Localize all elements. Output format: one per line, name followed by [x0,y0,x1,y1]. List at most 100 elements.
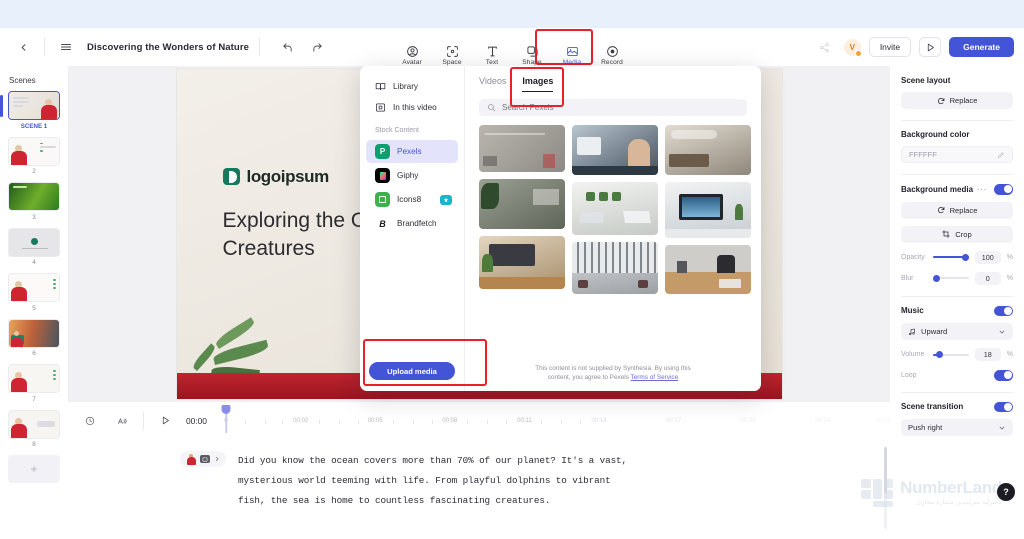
stock-item-pexels[interactable]: P Pexels [366,140,458,163]
script-gutter [68,451,238,539]
scene-thumbnail [8,409,60,439]
divider [259,38,261,56]
background-media-more-button[interactable]: ··· [977,184,988,194]
search-bar[interactable] [479,99,747,116]
image-result[interactable] [665,182,751,238]
script-scene-chip[interactable] [180,451,226,467]
scene-item[interactable]: 7 [8,364,60,407]
scene-transition-select[interactable]: Push right [901,419,1013,436]
timeline-play-button[interactable] [154,410,176,432]
back-button[interactable] [12,36,34,58]
topbar-right-group: V Invite Generate [814,36,1014,58]
scene-item[interactable]: 2 [8,136,60,180]
script-scrollbar[interactable] [884,447,887,529]
loop-toggle[interactable] [994,370,1013,381]
playhead-line [225,412,227,433]
script-text[interactable]: Did you know the ocean covers more than … [238,451,627,539]
image-result[interactable] [479,236,565,289]
volume-slider[interactable] [933,351,969,358]
opacity-slider[interactable] [933,253,969,261]
tool-space[interactable]: Space [433,41,471,66]
tool-record[interactable]: Record [593,41,631,66]
image-result[interactable] [572,125,658,175]
scene-layout-replace-button[interactable]: Replace [901,92,1013,109]
tab-videos[interactable]: Videos [479,76,506,92]
redo-icon[interactable] [306,36,328,58]
media-panel-disclaimer: This content is not supplied by Synthesi… [465,358,761,391]
music-toggle[interactable] [994,305,1013,316]
upload-media-button[interactable]: Upload media [369,362,455,380]
timeline-ruler[interactable]: 0 00:02 00:05 00:08 00:11 00:14 00:17 00… [218,402,891,440]
image-result[interactable] [572,182,658,235]
scene-item[interactable]: 8 [8,409,60,453]
image-result[interactable] [572,242,658,294]
scene-list: SCENE 1 2 3 4 5 6 7 8 + [0,91,68,483]
terms-of-service-link[interactable]: Terms of Service [631,374,679,381]
music-track-select[interactable]: Upward [901,323,1013,340]
stock-item-label: Brandfetch [397,219,437,228]
image-result[interactable] [479,125,565,172]
scene-thumbnail [8,273,60,302]
volume-label: Volume [901,351,925,358]
opacity-value[interactable]: 100 [974,250,1001,264]
timeline-tick: 00:17 [666,417,682,424]
tool-text[interactable]: Text [473,41,511,66]
clock-icon[interactable] [79,410,101,432]
stock-item-giphy[interactable]: Giphy [366,164,458,187]
playhead-handle[interactable] [221,404,231,414]
crop-icon [942,230,950,238]
volume-value[interactable]: 18 [974,348,1001,361]
replace-label: Replace [949,205,978,215]
help-button[interactable]: ? [997,483,1015,501]
background-media-header: Background media ··· [901,184,1013,195]
scene-item[interactable]: 5 [8,273,60,316]
divider [143,411,144,430]
timeline-tick: 00:23 [815,417,831,424]
canvas-logo: logoipsum [222,167,329,187]
share-icon[interactable] [814,36,836,58]
media-nav-library[interactable]: Library [366,76,458,97]
invite-button[interactable]: Invite [868,37,912,57]
timeline-tick: 00:14 [591,417,607,424]
blur-value[interactable]: 0 [974,271,1001,285]
scene-transition-toggle[interactable] [994,401,1013,412]
search-input[interactable] [502,103,739,112]
crop-label: Crop [955,229,972,239]
scene-item[interactable]: 3 [8,182,60,225]
speed-icon[interactable] [111,410,133,432]
tool-shape[interactable]: Shape [513,41,551,66]
scene-transition-header: Scene transition [901,401,1013,412]
app-root: Discovering the Wonders of Nature Avatar… [0,0,1024,539]
hamburger-menu-icon[interactable] [55,36,77,58]
scene-item[interactable]: 4 [8,227,60,271]
tool-avatar[interactable]: Avatar [393,41,431,66]
media-nav-in-this-video[interactable]: In this video [366,97,458,118]
tool-label: Space [442,59,462,66]
avatar[interactable]: V [843,38,862,57]
scene-item[interactable]: 6 [8,318,60,362]
preview-button[interactable] [919,37,942,57]
scene-item[interactable]: SCENE 1 [0,91,60,134]
document-title[interactable]: Discovering the Wonders of Nature [87,42,249,53]
blur-label: Blur [901,274,914,282]
divider [901,391,1013,393]
stock-item-brandfetch[interactable]: B Brandfetch [366,212,458,235]
generate-button[interactable]: Generate [949,37,1014,57]
background-media-replace-button[interactable]: Replace [901,201,1013,219]
scene-thumbnail [8,364,60,393]
loop-label: Loop [901,371,917,379]
background-media-crop-button[interactable]: Crop [901,225,1013,243]
tab-images[interactable]: Images [522,76,554,92]
image-result[interactable] [479,179,565,229]
refresh-icon [937,97,944,104]
background-color-field[interactable]: FFFFFF [901,146,1013,163]
image-result[interactable] [665,245,751,294]
tool-media[interactable]: Media [553,41,591,66]
image-result[interactable] [665,125,751,175]
chevron-down-icon [999,426,1005,430]
undo-icon[interactable] [276,36,298,58]
stock-item-icons8[interactable]: Icons8 [366,188,458,211]
blur-slider[interactable] [933,274,969,282]
add-scene-button[interactable]: + [8,455,60,483]
background-media-toggle[interactable] [994,184,1013,195]
